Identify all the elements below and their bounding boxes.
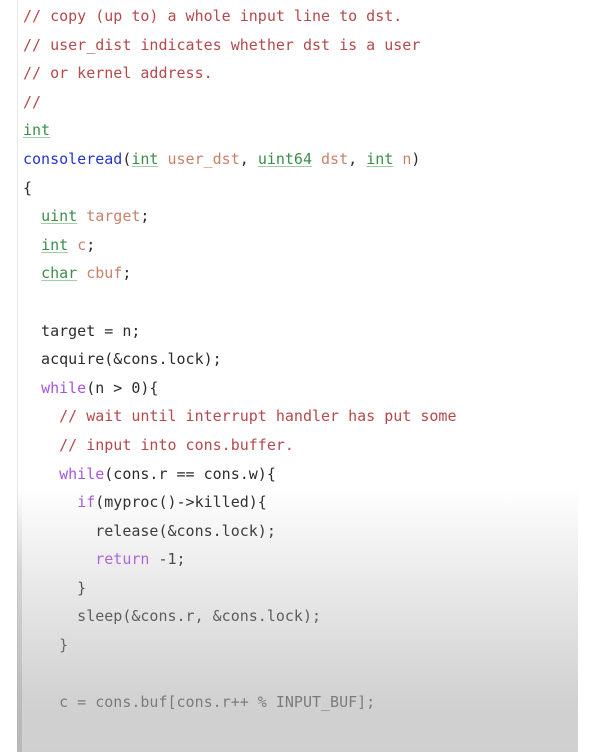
code-line: acquire(&cons.lock); [23,345,599,374]
code-token-pl: sleep(&cons.r, &cons.lock); [23,607,322,626]
code-token-pl: ) [411,149,421,168]
code-token-pl: ; [176,550,186,569]
code-line: c = cons.buf[cons.r++ % INPUT_BUF]; [23,688,599,717]
code-token-ty: char [41,264,78,283]
code-token-cm: // or kernel address. [23,64,213,83]
code-token-fn: consoleread [23,149,123,168]
code-token-pl: (n > 0){ [86,378,159,397]
code-token-pl: - [149,550,168,569]
code-line: // input into cons.buffer. [23,431,599,460]
code-token-id: dst [321,149,349,168]
code-token-kw: while [59,464,105,483]
code-token-id: target [86,207,141,226]
code-token-pl: ; [122,264,132,283]
code-token-cm: // copy (up to) a whole input line to ds… [23,7,403,25]
code-line: consoleread(int user_dst, uint64 dst, in… [23,145,599,174]
code-token-pl: , [348,149,367,168]
code-token-pl: { [23,178,33,197]
code-token-pl: target = n; [23,321,141,340]
code-line: while(n > 0){ [23,374,599,403]
code-line: // [23,88,599,117]
code-token-ty: int [366,149,394,168]
code-line: char cbuf; [23,259,599,288]
code-token-cm: // [23,92,42,111]
code-line: release(&cons.lock); [23,517,599,546]
code-token-id: n [402,149,412,168]
code-token-ty: int [131,149,159,168]
code-line: if(c == C('D')){ // end-of-file [23,745,599,752]
gutter-divider [17,0,18,752]
code-line: int [23,116,599,145]
code-token-kw: if [77,493,96,512]
code-token-pl: c = cons.buf[cons.r++ % INPUT_BUF]; [23,693,376,712]
code-token-pl: ; [86,235,96,254]
code-token-ty: uint64 [257,149,312,168]
code-line: uint target; [23,202,599,231]
code-line: int c; [23,231,599,260]
code-line: { [23,174,599,203]
code-line: sleep(&cons.r, &cons.lock); [23,602,599,631]
code-token-pl: release(&cons.lock); [23,521,276,540]
code-token-pl: (cons.r == cons.w){ [104,464,276,483]
code-token-kw: return [95,550,150,569]
code-line: } [23,574,599,603]
code-token-pl: } [23,578,87,597]
code-viewer[interactable]: // copy (up to) a whole input line to ds… [0,0,599,752]
code-token-cm: // wait until interrupt handler has put … [59,407,457,426]
code-token-pl: } [23,636,69,655]
code-token-ty: uint [41,207,78,226]
code-content[interactable]: // copy (up to) a whole input line to ds… [23,2,599,752]
code-token-id: user_dst [167,149,240,168]
code-line: // wait until interrupt handler has put … [23,402,599,431]
code-token-pl: , [239,149,258,168]
code-token-cm: // user_dist indicates whether dst is a … [23,35,421,54]
code-token-pl: (myproc()->killed){ [95,493,267,512]
code-line: if(myproc()->killed){ [23,488,599,517]
code-line: } [23,631,599,660]
code-line: // or kernel address. [23,59,599,88]
code-token-kw: while [41,378,87,397]
code-token-cm: // input into cons.buffer. [59,435,294,454]
code-token-pl: 1 [167,550,177,569]
code-token-id: cbuf [86,264,123,283]
code-line: target = n; [23,317,599,346]
code-line: while(cons.r == cons.w){ [23,460,599,489]
code-token-pl: acquire(&cons.lock); [23,350,222,369]
code-line: return -1; [23,545,599,574]
code-line: // copy (up to) a whole input line to ds… [23,2,599,31]
code-token-ty: int [23,121,51,140]
code-token-pl: ; [140,207,150,226]
code-line: // user_dist indicates whether dst is a … [23,31,599,60]
code-token-ty: int [41,235,69,254]
code-token-id: c [77,235,87,254]
